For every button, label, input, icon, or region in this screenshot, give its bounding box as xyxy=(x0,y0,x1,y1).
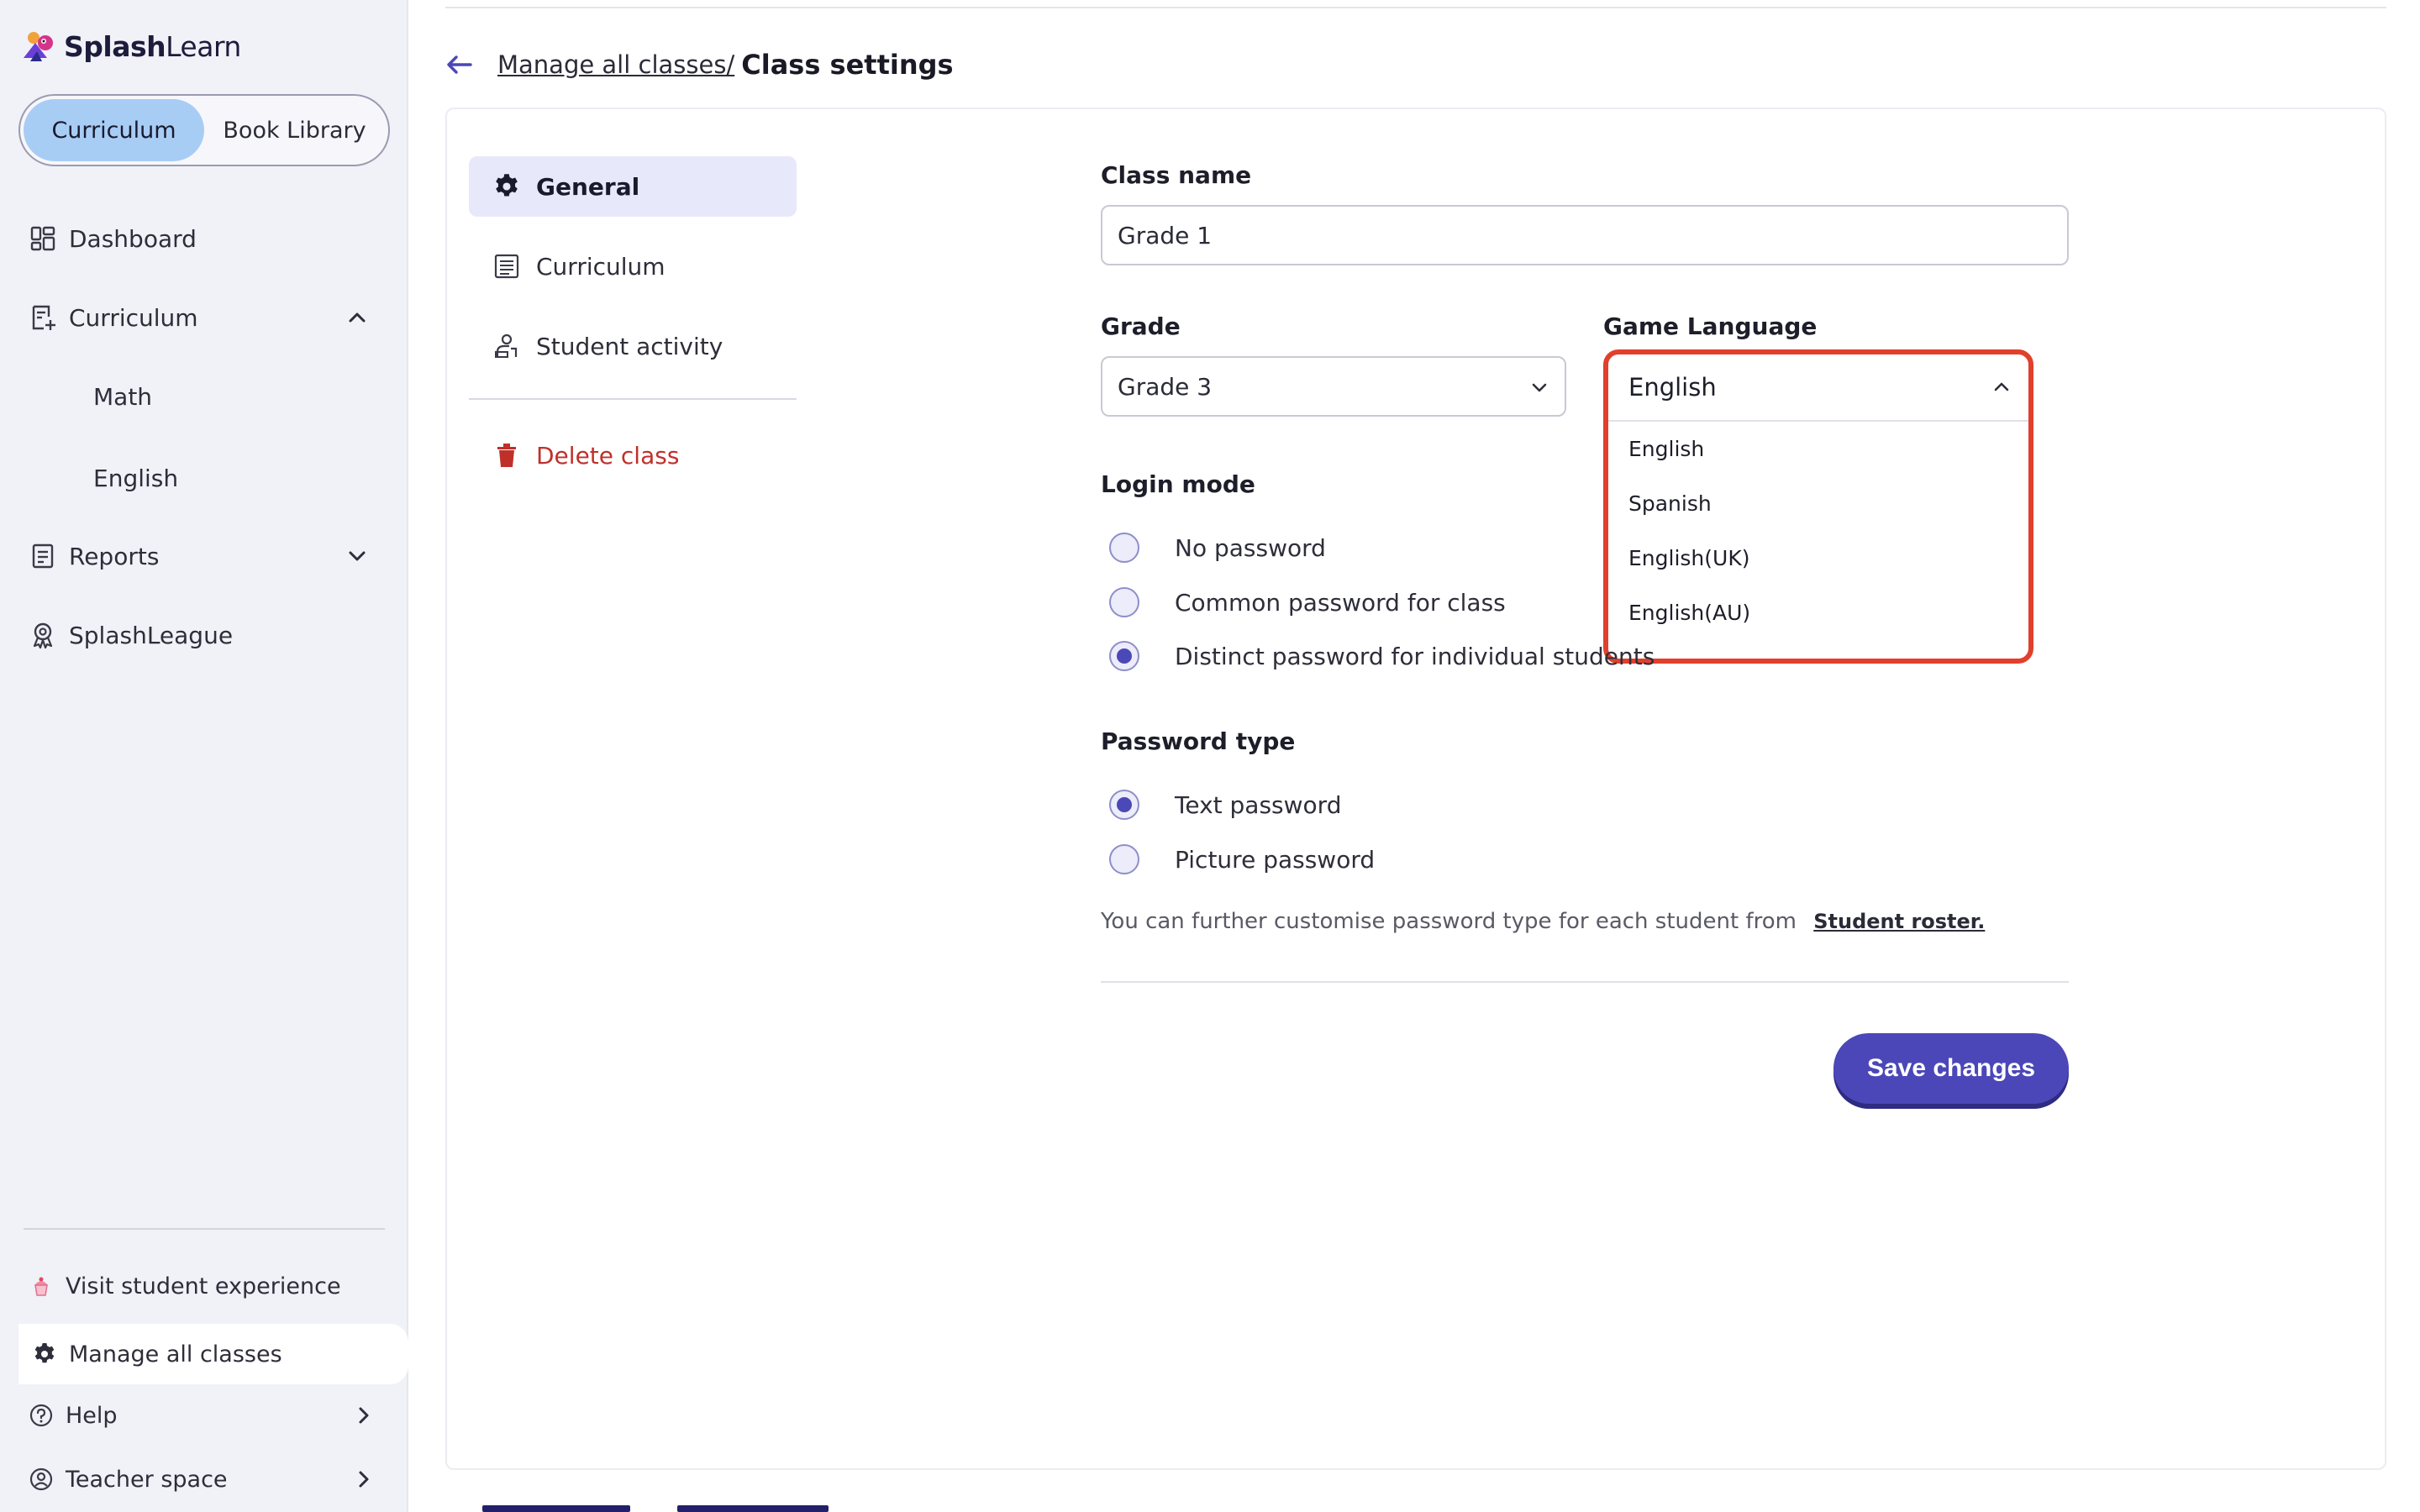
chevron-up-icon[interactable] xyxy=(345,305,370,330)
segment-book-library[interactable]: Book Library xyxy=(204,99,385,161)
breadcrumb: Manage all classes/ Class settings xyxy=(442,44,954,86)
tab-general[interactable]: General xyxy=(469,156,797,217)
page-title: Class settings xyxy=(741,49,954,81)
radio-label: Common password for class xyxy=(1175,588,1506,617)
radio-label: No password xyxy=(1175,533,1326,562)
password-type-picture[interactable]: Picture password xyxy=(1109,838,1375,880)
language-option-english-au[interactable]: English(AU) xyxy=(1608,585,2028,640)
sidebar-item-manage-all-classes[interactable]: Manage all classes xyxy=(18,1324,408,1384)
dashboard-icon xyxy=(30,226,55,251)
game-language-select[interactable]: English xyxy=(1608,354,2028,422)
class-name-input[interactable]: Grade 1 xyxy=(1101,205,2069,265)
login-mode-distinct-password[interactable]: Distinct password for individual student… xyxy=(1109,635,1655,677)
grade-value: Grade 3 xyxy=(1118,372,1213,401)
chevron-down-icon xyxy=(1532,383,1547,392)
sidebar-item-label: Curriculum xyxy=(69,303,198,332)
class-name-value: Grade 1 xyxy=(1118,221,1213,249)
sidebar: SplashLearn Curriculum Book Library Dash… xyxy=(0,0,408,1512)
game-language-label: Game Language xyxy=(1603,312,1818,340)
splashleague-icon xyxy=(33,622,53,649)
curriculum-icon xyxy=(32,305,55,330)
tab-curriculum[interactable]: Curriculum xyxy=(469,236,797,297)
game-language-dropdown: English English Spanish English(UK) Engl… xyxy=(1603,349,2033,664)
sidebar-item-label: Visit student experience xyxy=(66,1273,341,1299)
password-note-text: You can further customise password type … xyxy=(1101,909,1797,934)
segment-curriculum[interactable]: Curriculum xyxy=(24,99,204,161)
help-icon xyxy=(29,1404,53,1427)
footer-tab-stub xyxy=(677,1505,829,1512)
reports-icon xyxy=(32,543,54,569)
radio-label: Distinct password for individual student… xyxy=(1175,642,1655,670)
language-option-english[interactable]: English xyxy=(1608,422,2028,476)
chevron-up-icon xyxy=(1994,382,2009,391)
gear-icon xyxy=(34,1343,55,1363)
password-type-label: Password type xyxy=(1101,727,1296,755)
breadcrumb-manage-all-classes[interactable]: Manage all classes/ xyxy=(497,50,734,79)
tab-label: General xyxy=(536,172,640,201)
form-divider xyxy=(1101,981,2069,983)
sidebar-divider xyxy=(24,1228,385,1230)
teacher-icon xyxy=(29,1467,53,1491)
language-option-spanish[interactable]: Spanish xyxy=(1608,476,2028,531)
library-switch: Curriculum Book Library xyxy=(18,94,390,166)
chevron-right-icon xyxy=(359,1471,369,1488)
footer-tab-stub xyxy=(482,1505,630,1512)
password-note: You can further customise password type … xyxy=(1101,909,1985,934)
delete-class-button[interactable]: Delete class xyxy=(469,425,797,486)
radio-button-checked[interactable] xyxy=(1109,641,1139,671)
visit-student-experience[interactable]: Visit student experience xyxy=(18,1258,392,1314)
language-option-english-uk[interactable]: English(UK) xyxy=(1608,531,2028,585)
grade-label: Grade xyxy=(1101,312,1181,340)
back-arrow-icon[interactable] xyxy=(442,48,476,81)
sidebar-subitem-english[interactable]: English xyxy=(93,457,178,499)
sidebar-item-curriculum[interactable]: Curriculum xyxy=(29,294,381,341)
chevron-right-icon xyxy=(359,1407,369,1424)
sidebar-item-teacher-space[interactable]: Teacher space xyxy=(18,1452,392,1507)
class-name-label: Class name xyxy=(1101,161,1252,189)
sidebar-item-dashboard[interactable]: Dashboard xyxy=(29,215,381,262)
sidebar-item-label: Reports xyxy=(69,542,160,570)
tabs-divider xyxy=(469,398,797,400)
chevron-down-icon[interactable] xyxy=(345,543,370,569)
game-language-value: English xyxy=(1628,373,1717,402)
student-activity-icon xyxy=(495,333,518,358)
sidebar-item-help[interactable]: Help xyxy=(18,1388,392,1443)
radio-label: Text password xyxy=(1175,790,1342,819)
gear-icon xyxy=(496,174,518,197)
tab-label: Curriculum xyxy=(536,252,666,281)
save-changes-button[interactable]: Save changes xyxy=(1833,1033,2069,1104)
radio-button[interactable] xyxy=(1109,844,1139,874)
sidebar-item-label: Help xyxy=(66,1402,118,1429)
cupcake-icon xyxy=(34,1277,48,1296)
brand-name: SplashLearn xyxy=(64,29,241,63)
sidebar-item-splashleague[interactable]: SplashLeague xyxy=(29,612,381,659)
tab-label: Delete class xyxy=(536,441,680,470)
radio-label: Picture password xyxy=(1175,845,1376,874)
sidebar-item-label: Dashboard xyxy=(69,224,197,253)
header-divider xyxy=(445,7,2386,8)
sidebar-item-reports[interactable]: Reports xyxy=(29,533,381,580)
radio-button[interactable] xyxy=(1109,533,1139,563)
login-mode-common-password[interactable]: Common password for class xyxy=(1109,581,1506,623)
splashlearn-logo[interactable]: SplashLearn xyxy=(18,25,241,67)
sidebar-item-label: Manage all classes xyxy=(69,1341,282,1368)
tab-label: Student activity xyxy=(536,332,723,360)
student-roster-link[interactable]: Student roster. xyxy=(1813,910,1985,933)
password-type-text[interactable]: Text password xyxy=(1109,784,1341,826)
login-mode-no-password[interactable]: No password xyxy=(1109,527,1326,569)
tab-student-activity[interactable]: Student activity xyxy=(469,316,797,376)
sidebar-item-label: SplashLeague xyxy=(69,621,234,649)
grade-select[interactable]: Grade 3 xyxy=(1101,356,1566,417)
radio-button-checked[interactable] xyxy=(1109,790,1139,820)
splashlearn-logo-icon xyxy=(24,32,53,61)
login-mode-label: Login mode xyxy=(1101,470,1255,498)
trash-icon xyxy=(497,444,516,467)
sidebar-item-label: Teacher space xyxy=(66,1466,228,1493)
radio-button[interactable] xyxy=(1109,587,1139,617)
settings-card xyxy=(445,108,2386,1470)
list-icon xyxy=(494,254,519,279)
sidebar-subitem-math[interactable]: Math xyxy=(93,375,152,417)
